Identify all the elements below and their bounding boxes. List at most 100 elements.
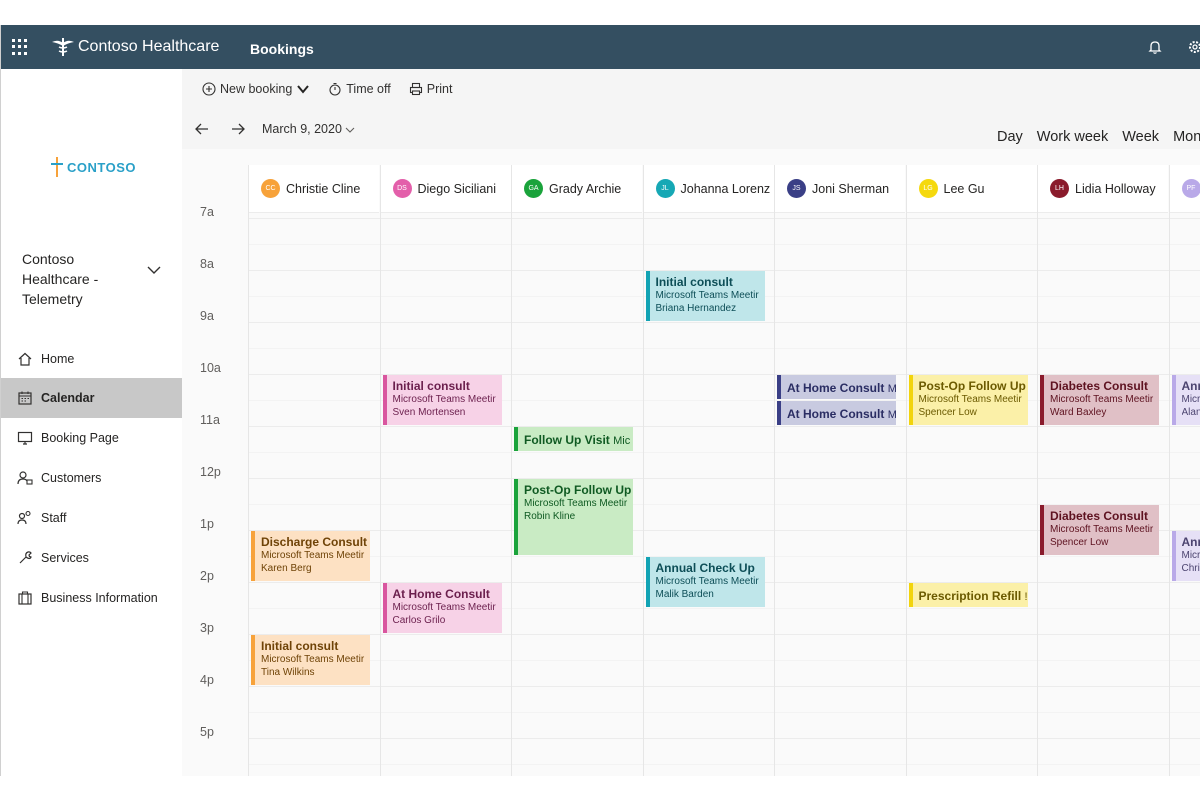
staff-header[interactable]: LH Lidia Holloway (1038, 165, 1168, 213)
staff-header[interactable]: PF (1169, 165, 1200, 213)
half-hour-gridline (248, 712, 1200, 713)
view-month[interactable]: Month (1173, 129, 1200, 145)
appointment-title: At Home Consult M (787, 407, 896, 421)
staff-header[interactable]: GA Grady Archie (512, 165, 642, 213)
appointment-card[interactable]: At Home Consult Microsoft Teams Meetir Car… (382, 583, 502, 633)
time-label: 2p (200, 569, 214, 583)
arrow-right-icon[interactable] (230, 121, 246, 137)
appointment-customer: Carlos Grilo (392, 615, 446, 626)
sidebar-item-label: Calendar (41, 391, 95, 405)
view-week[interactable]: Week (1122, 129, 1159, 145)
app-name[interactable]: Bookings (250, 41, 314, 57)
avatar: CC (261, 179, 280, 198)
appointment-card[interactable]: Initial consult Microsoft Teams Meetir Tin… (251, 635, 370, 685)
sidebar-item-calendar[interactable]: Calendar (1, 378, 182, 418)
appointment-location: Microsoft Teams Meetir (261, 654, 365, 665)
appointment-card[interactable]: Diabetes Consult Microsoft Teams Meetir Sp… (1040, 505, 1159, 555)
time-label: 4p (200, 673, 214, 687)
appointment-location: Microsoft Teams Meetir (655, 576, 759, 587)
appointment-title: Initial consult (392, 379, 470, 393)
appointment-card[interactable]: Follow Up Visit Mic (514, 427, 633, 451)
sidebar-item-services[interactable]: Services (1, 538, 182, 578)
view-day[interactable]: Day (997, 129, 1023, 145)
app-launcher-icon[interactable] (12, 39, 28, 55)
bell-icon[interactable] (1147, 39, 1163, 55)
printer-icon (409, 82, 422, 96)
appointment-customer: Spencer Low (918, 407, 977, 418)
home-icon (18, 352, 32, 366)
gear-icon[interactable] (1187, 39, 1200, 55)
appointment-card[interactable]: Prescription Refill ! (908, 583, 1028, 607)
view-work-week[interactable]: Work week (1037, 129, 1108, 145)
new-booking-button[interactable]: New booking (202, 82, 310, 96)
sidebar: CONTOSO Contoso Healthcare - Telemetry H… (1, 69, 182, 776)
appointment-card[interactable]: Discharge Consult Microsoft Teams Meetir K… (251, 531, 370, 581)
sidebar-item-booking-page[interactable]: Booking Page (1, 418, 182, 458)
staff-header[interactable]: DS Diego Siciliani (380, 165, 511, 213)
staff-name: Lee Gu (943, 181, 985, 196)
brand-name[interactable]: Contoso Healthcare (78, 38, 219, 56)
appointment-card[interactable]: Initial consult Microsoft Teams Meetir Bri… (645, 271, 765, 321)
appointment-customer: Ward Baxley (1050, 407, 1107, 418)
sidebar-item-label: Business Information (41, 591, 158, 605)
date-picker[interactable]: March 9, 2020 (262, 122, 342, 136)
appointment-card[interactable]: AnnMicro Chris (1171, 531, 1200, 581)
time-label: 1p (200, 517, 214, 531)
calendar-grid: 7a 8a 9a 10a 11a 12p 1p 2p 3p 4p 5p CC Christie Clin… (182, 149, 1200, 776)
sidebar-item-label: Customers (41, 471, 102, 485)
hour-gridline (248, 478, 1200, 479)
appointment-card[interactable]: Diabetes Consult Microsoft Teams Meetir Wa… (1040, 375, 1159, 425)
staff-name: Christie Cline (286, 181, 361, 196)
column-divider (379, 165, 381, 776)
appointment-customer: Sven Mortensen (392, 407, 466, 418)
appointment-location: Microsoft Teams Meetir (261, 550, 365, 561)
column-divider (905, 165, 907, 776)
appointment-card[interactable]: AnnMicro Alan (1171, 375, 1200, 425)
date-navigation: March 9, 2020 Day Work week Week Month (182, 109, 1200, 149)
chevron-down-icon[interactable] (147, 265, 161, 275)
appointment-title: Initial consult (655, 275, 733, 289)
appointment-title: At Home Consult (392, 587, 490, 601)
time-label: 8a (200, 257, 214, 271)
time-off-button[interactable]: Time off (328, 82, 391, 96)
sidebar-item-home[interactable]: Home (1, 339, 182, 379)
time-label: 11a (200, 413, 220, 427)
staff-header[interactable]: CC Christie Cline (249, 165, 379, 213)
contoso-logo: CONTOSO (51, 157, 136, 177)
chevron-down-icon[interactable] (345, 126, 355, 134)
appointment-location: Micro (1181, 550, 1200, 561)
sidebar-item-business-information[interactable]: Business Information (1, 578, 182, 618)
time-label: 12p (200, 465, 221, 479)
half-hour-gridline (248, 244, 1200, 245)
organization-name[interactable]: Contoso Healthcare - Telemetry (22, 249, 142, 309)
appointment-card[interactable]: Annual Check Up Microsoft Teams Meetir Mal… (645, 557, 765, 607)
appointment-customer: Spencer Low (1050, 537, 1109, 548)
sidebar-item-customers[interactable]: Customers (1, 458, 182, 498)
appointment-card[interactable]: Initial consult Microsoft Teams Meetir Sve… (382, 375, 502, 425)
appointment-location: Microsoft Teams Meetir (1050, 394, 1154, 405)
view-switcher: Day Work week Week Month (997, 129, 1200, 145)
time-label: 3p (200, 621, 214, 635)
arrow-left-icon[interactable] (194, 121, 210, 137)
half-hour-gridline (248, 348, 1200, 349)
print-button[interactable]: Print (409, 82, 452, 96)
appointment-card[interactable]: Post-Op Follow Up Microsoft Teams Meetir R… (514, 479, 633, 555)
add-circle-icon (202, 82, 216, 96)
appointment-card[interactable]: Post-Op Follow Up Microsoft Teams Meetir S… (908, 375, 1028, 425)
appointment-title: Discharge Consult (261, 535, 368, 549)
contoso-logo-text: CONTOSO (67, 159, 136, 175)
hour-gridline (248, 738, 1200, 739)
appointment-title: Diabetes Consult (1050, 379, 1149, 393)
appointment-card[interactable]: At Home Consult M (777, 401, 896, 425)
appointment-title: Post-Op Follow Up (524, 483, 632, 497)
column-divider (774, 165, 775, 776)
staff-name: Johanna Lorenz (680, 181, 771, 196)
wrench-icon (19, 551, 32, 564)
staff-header[interactable]: JS Joni Sherman (775, 165, 905, 213)
staff-header[interactable]: LG Lee Gu (906, 165, 1037, 213)
time-off-label: Time off (346, 82, 391, 96)
appointment-card[interactable]: At Home Consult M (777, 375, 896, 399)
staff-header[interactable]: JL Johanna Lorenz (643, 165, 774, 213)
column-divider (1168, 165, 1170, 776)
sidebar-item-staff[interactable]: Staff (1, 498, 182, 538)
